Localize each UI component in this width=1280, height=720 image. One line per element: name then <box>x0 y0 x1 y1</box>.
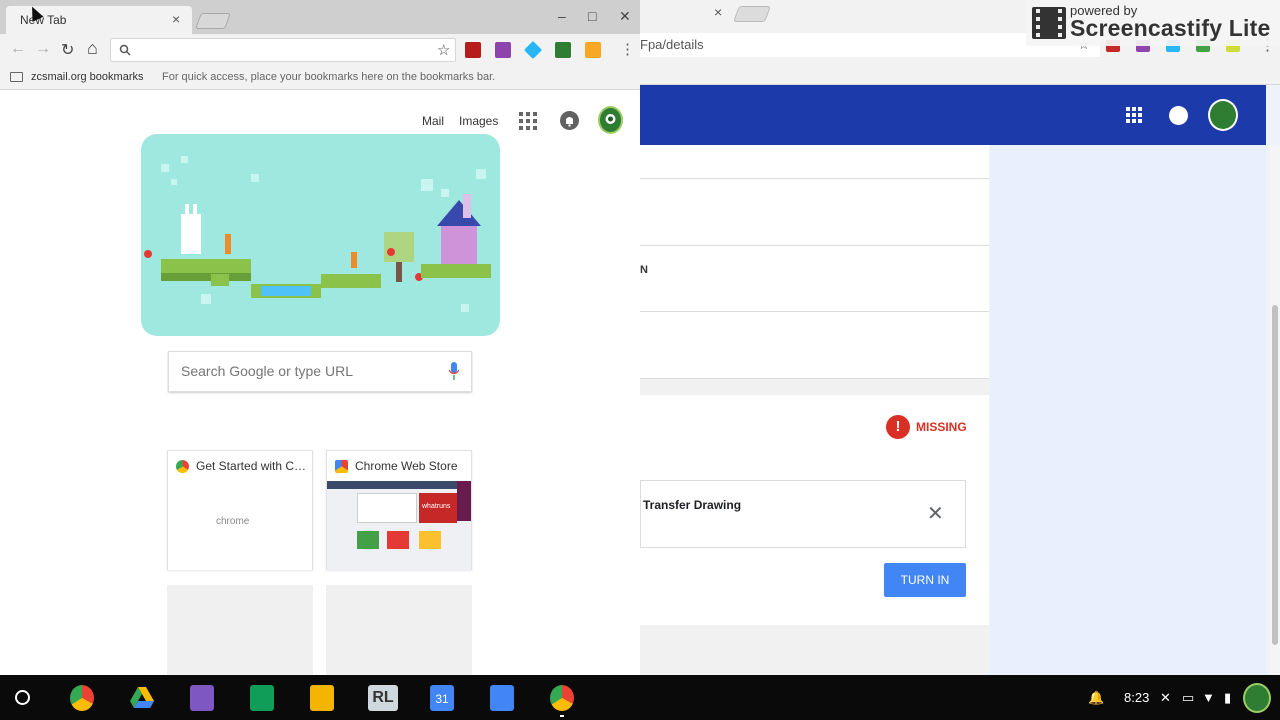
screencastify-watermark: powered by Screencastify Lite <box>1026 0 1280 46</box>
extension-cast-icon[interactable] <box>555 42 571 58</box>
calendar-app-icon[interactable]: 31 <box>430 685 454 711</box>
forms-app-icon[interactable] <box>190 685 214 711</box>
search-input[interactable] <box>181 363 431 379</box>
screen-icon[interactable]: ▭ <box>1182 690 1194 706</box>
bookmarks-bar: zcsmail.org bookmarks For quick access, … <box>0 66 640 90</box>
tab-close-icon[interactable]: × <box>172 11 180 27</box>
turn-in-button[interactable]: TURN IN <box>884 563 966 597</box>
tile-title: Chrome Web Store <box>355 459 458 473</box>
minimize-icon[interactable]: – <box>558 8 566 24</box>
chrome-active-app-icon[interactable] <box>550 685 574 711</box>
bg-tab-close-icon[interactable]: × <box>714 4 722 20</box>
chromeos-shelf: RL 31 🔔 8:23 ✕ ▭ ▼ ▮ <box>0 675 1280 720</box>
watermark-title: Screencastify Lite <box>1070 15 1271 41</box>
battery-icon[interactable]: ▮ <box>1224 690 1231 706</box>
bookmark-star-icon[interactable]: ☆ <box>437 41 450 59</box>
new-tab-page: Mail Images Search Google or type URL Ge… <box>0 90 640 675</box>
tab-strip: New Tab × – □ ✕ <box>0 0 640 34</box>
scrollbar-thumb[interactable] <box>1272 305 1278 645</box>
home-icon[interactable]: ⌂ <box>87 38 98 59</box>
extension-purple-icon[interactable] <box>495 42 511 58</box>
bg-new-tab-button[interactable] <box>733 6 771 22</box>
missing-alert-icon: ! <box>886 415 910 439</box>
folder-icon <box>10 72 23 82</box>
forward-icon[interactable]: → <box>35 40 51 58</box>
google-doodle[interactable] <box>141 134 500 336</box>
search-box[interactable] <box>168 351 472 392</box>
bg-bookmarks-bar <box>640 60 1280 85</box>
list-item <box>640 179 989 246</box>
back-icon[interactable]: ← <box>10 40 26 58</box>
new-tab-button[interactable] <box>195 13 231 29</box>
close-icon[interactable]: ✕ <box>927 501 944 526</box>
chrome-icon <box>176 460 189 473</box>
extension-screencastify-icon[interactable] <box>465 42 481 58</box>
list-item <box>640 312 989 379</box>
tab-title: New Tab <box>20 13 67 27</box>
mail-link[interactable]: Mail <box>422 114 444 128</box>
rl-app-icon[interactable]: RL <box>368 685 398 711</box>
tile-thumbnail: chrome <box>168 481 312 570</box>
extension-diamond-icon[interactable] <box>523 40 543 60</box>
film-icon <box>1032 7 1066 39</box>
wifi-icon[interactable]: ▼ <box>1202 690 1215 705</box>
notification-tray-icon[interactable]: 🔔 <box>1088 690 1104 706</box>
classroom-app-bar <box>640 85 1266 145</box>
microphone-icon[interactable] <box>449 362 459 380</box>
list-item: N <box>640 246 989 312</box>
classroom-page: N ! MISSING Transfer Drawing ✕ TURN IN <box>640 145 1266 675</box>
list-item <box>640 145 989 179</box>
clock[interactable]: 8:23 <box>1124 690 1149 705</box>
tile-thumbnail: whatruns <box>327 481 471 570</box>
avatar[interactable] <box>1243 683 1271 713</box>
most-visited-tile[interactable]: Get Started with Chrome chrome <box>167 450 313 570</box>
attachment-title[interactable]: Transfer Drawing <box>643 498 741 512</box>
notification-bell-icon[interactable] <box>560 111 579 130</box>
sheets-app-icon[interactable] <box>250 685 274 711</box>
empty-tile <box>167 585 313 675</box>
close-window-icon[interactable]: ✕ <box>619 8 631 25</box>
thumbnail-text: chrome <box>216 516 250 527</box>
avatar[interactable] <box>598 106 623 134</box>
active-indicator <box>560 715 564 717</box>
your-work-card: ! MISSING Transfer Drawing ✕ TURN IN <box>640 395 989 625</box>
browser-window: New Tab × – □ ✕ ← → ↻ ⌂ ☆ ⋮ zcsmail.org … <box>0 0 640 675</box>
slides-app-icon[interactable] <box>310 685 334 711</box>
status-badge: MISSING <box>916 420 967 434</box>
background-window: × Fpa/details ☆ ⋮ N ! MISSING <box>640 0 1280 675</box>
mute-icon[interactable]: ✕ <box>1160 690 1171 706</box>
apps-grid-icon[interactable] <box>519 112 537 130</box>
thumbnail-text: whatruns <box>422 503 451 510</box>
launcher-icon[interactable] <box>15 690 30 705</box>
most-visited-tile[interactable]: Chrome Web Store whatruns <box>326 450 472 570</box>
extension-classroom-icon[interactable] <box>585 42 601 58</box>
docs-app-icon[interactable] <box>490 685 514 711</box>
web-store-icon <box>335 460 348 473</box>
menu-icon[interactable]: ⋮ <box>620 40 635 58</box>
list-item-text: N <box>640 264 648 276</box>
search-icon <box>119 44 131 56</box>
tile-title: Get Started with Chrome <box>196 459 308 473</box>
bookmark-folder-name[interactable]: zcsmail.org bookmarks <box>31 71 143 83</box>
images-link[interactable]: Images <box>459 114 498 128</box>
bg-apps-grid-icon[interactable] <box>1126 107 1142 123</box>
drive-app-icon[interactable] <box>130 685 154 711</box>
bookmarks-hint: For quick access, place your bookmarks h… <box>162 71 496 83</box>
bg-notification-icon[interactable] <box>1169 106 1188 125</box>
bg-avatar[interactable] <box>1208 99 1238 131</box>
chrome-app-icon[interactable] <box>70 685 94 711</box>
bg-side-panel <box>990 145 1266 675</box>
reload-icon[interactable]: ↻ <box>61 40 74 60</box>
maximize-icon[interactable]: □ <box>588 8 596 24</box>
attachment-card[interactable]: Transfer Drawing ✕ <box>640 480 966 548</box>
empty-tile <box>326 585 472 675</box>
toolbar: ← → ↻ ⌂ ☆ ⋮ <box>0 34 640 66</box>
omnibox[interactable]: ☆ <box>110 38 456 62</box>
doodle-illustration <box>144 156 491 312</box>
